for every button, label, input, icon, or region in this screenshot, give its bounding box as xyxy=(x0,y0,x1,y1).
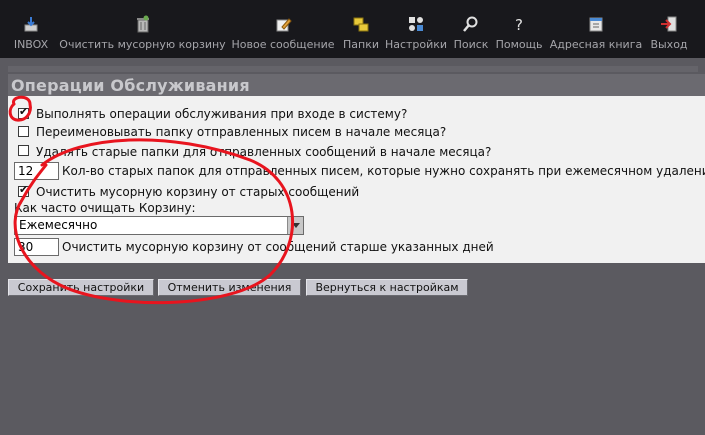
folders-icon xyxy=(353,17,369,32)
svg-text:?: ? xyxy=(515,16,523,33)
toolbar-settings-label: Настройки xyxy=(384,38,448,51)
toolbar-address-book[interactable]: Адресная книга xyxy=(547,0,645,58)
toolbar-help-label: Помощь xyxy=(495,38,543,51)
address-book-icon xyxy=(589,17,603,32)
toolbar-inbox-label: INBOX xyxy=(13,38,49,51)
separator xyxy=(8,66,698,72)
frequency-label: Как часто очищать Корзину: xyxy=(14,201,196,215)
back-to-settings-button[interactable]: Вернуться к настройкам xyxy=(306,279,468,296)
rename-sent-checkbox[interactable] xyxy=(18,126,29,137)
toolbar-search[interactable]: Поиск xyxy=(451,0,491,58)
maintenance-panel xyxy=(8,96,705,263)
toolbar-logout[interactable]: Выход xyxy=(647,0,691,58)
keep-count-label: Кол-во старых папок для отправленных пис… xyxy=(62,164,705,178)
keep-count-input[interactable]: 12 xyxy=(14,162,59,180)
toolbar-compose[interactable]: Новое сообщение xyxy=(229,0,337,58)
frequency-select[interactable]: Ежемесячно xyxy=(14,216,304,235)
search-icon xyxy=(463,16,478,32)
rename-sent-label: Переименовывать папку отправленных писем… xyxy=(36,125,447,139)
toolbar-empty-trash[interactable]: Очистить мусорную корзину xyxy=(56,0,229,58)
toolbar: INBOX Очистить мусорную корзину Новое со… xyxy=(0,0,705,58)
delete-old-sent-label: Удалять старые папки для отправленных со… xyxy=(36,145,492,159)
save-button[interactable]: Сохранить настройки xyxy=(8,279,154,296)
toolbar-empty-trash-label: Очистить мусорную корзину xyxy=(59,38,226,51)
cancel-button[interactable]: Отменить изменения xyxy=(158,279,301,296)
toolbar-folders-label: Папки xyxy=(343,38,379,51)
frequency-select-value: Ежемесячно xyxy=(19,218,98,232)
toolbar-inbox[interactable]: INBOX xyxy=(10,0,52,58)
purge-trash-label: Очистить мусорную корзину от старых сооб… xyxy=(36,185,360,199)
trash-icon xyxy=(136,15,149,33)
compose-icon xyxy=(276,18,292,32)
older-than-label: Очистить мусорную корзину от сообщений с… xyxy=(62,240,494,254)
run-on-login-label: Выполнять операции обслуживания при вход… xyxy=(36,107,408,121)
settings-icon xyxy=(409,17,423,31)
chevron-down-icon[interactable] xyxy=(287,217,303,234)
toolbar-logout-label: Выход xyxy=(650,38,688,51)
run-on-login-checkbox[interactable] xyxy=(18,105,29,119)
toolbar-settings[interactable]: Настройки xyxy=(384,0,448,58)
inbox-icon xyxy=(24,17,38,32)
page-title: Операции Обслуживания xyxy=(11,76,250,95)
delete-old-sent-checkbox[interactable] xyxy=(18,145,29,156)
toolbar-folders[interactable]: Папки xyxy=(340,0,382,58)
purge-trash-checkbox[interactable] xyxy=(18,183,29,197)
toolbar-help[interactable]: ? Помощь xyxy=(494,0,544,58)
toolbar-compose-label: Новое сообщение xyxy=(231,38,335,51)
toolbar-address-book-label: Адресная книга xyxy=(549,38,643,51)
help-icon: ? xyxy=(515,16,523,33)
older-than-input[interactable]: 30 xyxy=(14,238,59,256)
toolbar-search-label: Поиск xyxy=(453,38,489,51)
logout-icon xyxy=(661,16,677,32)
